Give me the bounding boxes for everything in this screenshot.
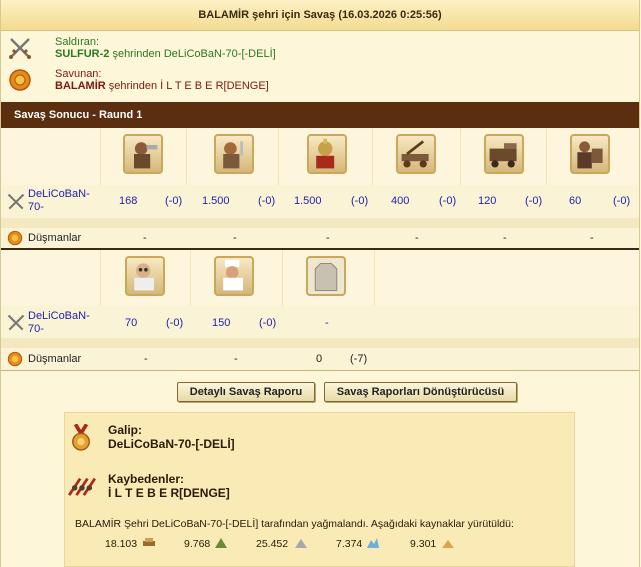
unit-loss: (-0) xyxy=(166,317,184,329)
catapult-icon xyxy=(396,134,436,174)
row-divider xyxy=(1,370,639,371)
attacker-role-label: Saldıran: xyxy=(55,36,100,48)
attacker-description: SULFUR-2 şehrinden DeLiCoBaN-70-[-DELİ] xyxy=(55,48,276,60)
shield-emblem-icon xyxy=(7,351,23,367)
crossed-swords-icon xyxy=(9,38,31,59)
enemies-label: Düşmanlar xyxy=(28,232,82,244)
defeated-soldiers-icon xyxy=(68,477,96,496)
archer-icon xyxy=(570,134,610,174)
unit-loss: (-0) xyxy=(351,195,369,207)
attacker-units-row-1: DeLiCoBaN-70- 168 (-0) 1.500 (-0) 1.500 … xyxy=(1,185,639,218)
hoplite-icon xyxy=(123,134,163,174)
unit-count: - xyxy=(325,317,329,329)
unit-loss: (-0) xyxy=(259,317,277,329)
defender-description: BALAMİR şehrinden İ L T E B E R[DENGE] xyxy=(55,80,269,92)
detailed-report-button[interactable]: Detaylı Savaş Raporu xyxy=(177,382,315,402)
losers-name[interactable]: İ L T E B E R[DENGE] xyxy=(108,486,230,500)
unit-header-row-1 xyxy=(1,128,639,185)
report-title: BALAMİR şehri için Savaş (16.03.2026 0:2… xyxy=(1,0,639,31)
unit-count: 400 xyxy=(391,195,410,207)
loot-description: BALAMİR Şehri DeLiCoBaN-70-[-DELİ] taraf… xyxy=(75,518,514,530)
enemy-units-row-1: Düşmanlar - - - - - - xyxy=(1,228,639,248)
spearman-icon xyxy=(307,134,347,174)
unit-count: 150 xyxy=(212,317,231,329)
wine-icon xyxy=(215,538,227,548)
attacker-city-link[interactable]: SULFUR-2 xyxy=(55,48,109,60)
enemy-value: 0 xyxy=(316,353,323,365)
unit-count: 70 xyxy=(125,317,138,329)
report-converter-button[interactable]: Savaş Raporları Dönüştürücüsü xyxy=(324,382,517,402)
enemy-loss: (-7) xyxy=(350,353,368,365)
unit-header-row-2 xyxy=(1,250,639,306)
resource-value-wood: 18.103 xyxy=(105,538,138,550)
resource-value-wine: 9.768 xyxy=(184,538,211,550)
enemy-units-row-2: Düşmanlar - - 0 (-7) xyxy=(1,348,639,370)
crossed-swords-icon xyxy=(7,193,25,210)
sulfur-icon xyxy=(442,540,454,548)
unit-count: 1.500 xyxy=(294,195,322,207)
wall-icon xyxy=(306,256,346,296)
shield-emblem-icon xyxy=(7,230,23,246)
marble-icon xyxy=(295,539,307,548)
crystal-icon xyxy=(367,538,379,548)
enemy-value: - xyxy=(326,232,330,244)
unit-count: 1.500 xyxy=(202,195,230,207)
enemy-value: - xyxy=(503,232,507,244)
ram-icon xyxy=(484,134,524,174)
attacker-player[interactable]: şehrinden DeLiCoBaN-70-[-DELİ] xyxy=(109,48,275,60)
cook-icon xyxy=(214,256,254,296)
attacker-player-link[interactable]: DeLiCoBaN-70- xyxy=(28,188,98,214)
enemy-value: - xyxy=(590,232,594,244)
unit-count: 168 xyxy=(119,195,138,207)
enemy-value: - xyxy=(143,232,147,244)
enemy-value: - xyxy=(415,232,419,244)
winner-title: Galip: xyxy=(108,423,143,437)
attacker-info: Saldıran: SULFUR-2 şehrinden DeLiCoBaN-7… xyxy=(0,36,640,62)
enemy-value: - xyxy=(234,353,238,365)
defender-role-label: Savunan: xyxy=(55,68,102,80)
defender-city-link[interactable]: BALAMİR xyxy=(55,80,106,92)
unit-loss: (-0) xyxy=(525,195,543,207)
doctor-icon xyxy=(125,256,165,296)
resource-value-crystal: 7.374 xyxy=(336,538,363,550)
wood-icon xyxy=(143,538,155,546)
unit-loss: (-0) xyxy=(439,195,457,207)
enemies-label: Düşmanlar xyxy=(28,353,82,365)
slinger-icon xyxy=(214,134,254,174)
battle-outcome-panel: Galip: DeLiCoBaN-70-[-DELİ] Kaybedenler:… xyxy=(64,412,575,567)
battle-result-header: Savaş Sonucu - Raund 1 xyxy=(1,102,639,128)
crossed-swords-icon xyxy=(7,314,25,331)
resource-value-sulfur: 9.301 xyxy=(410,538,437,550)
medal-icon xyxy=(72,424,90,451)
unit-loss: (-0) xyxy=(613,195,631,207)
enemy-value: - xyxy=(144,353,148,365)
shield-emblem-icon xyxy=(9,69,31,91)
winner-name[interactable]: DeLiCoBaN-70-[-DELİ] xyxy=(108,437,235,451)
defender-info: Savunan: BALAMİR şehrinden İ L T E B E R… xyxy=(0,68,640,94)
unit-loss: (-0) xyxy=(258,195,276,207)
enemy-value: - xyxy=(233,232,237,244)
unit-count: 60 xyxy=(569,195,582,207)
unit-count: 120 xyxy=(478,195,497,207)
resource-value-marble: 25.452 xyxy=(256,538,289,550)
attacker-player-link[interactable]: DeLiCoBaN-70- xyxy=(28,310,98,336)
unit-loss: (-0) xyxy=(165,195,183,207)
defender-player[interactable]: şehrinden İ L T E B E R[DENGE] xyxy=(106,80,269,92)
attacker-units-row-2: DeLiCoBaN-70- 70 (-0) 150 (-0) - xyxy=(1,306,639,338)
losers-title: Kaybedenler: xyxy=(108,472,185,486)
